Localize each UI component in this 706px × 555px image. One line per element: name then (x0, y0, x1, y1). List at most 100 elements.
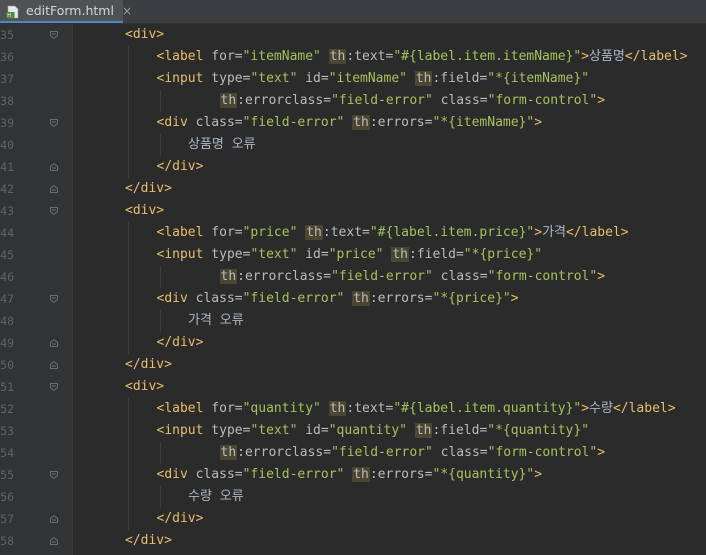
code-line[interactable]: 41 </div> (0, 156, 706, 178)
fold-open-icon[interactable] (50, 295, 58, 303)
indent-guide (159, 486, 161, 508)
code-token-ns: th (414, 71, 433, 86)
code-token-tag: </div> (156, 511, 204, 526)
code-line[interactable]: 47 <div class="field-error" th:errors="*{… (0, 288, 706, 310)
code-token-tag: </div> (125, 533, 172, 548)
code-line[interactable]: 38 th:errorclass="field-error" class="for… (0, 90, 706, 112)
code-token-val: "quantity" (242, 401, 321, 416)
code-token-tag: <div (156, 467, 196, 482)
code-line[interactable]: 39 <div class="field-error" th:errors="*{… (0, 112, 706, 134)
code-line[interactable]: 42 </div> (0, 178, 706, 200)
code-line[interactable]: 51 <div> (0, 376, 706, 398)
code-token-attr: :text= (322, 225, 370, 240)
code-token-tag: > (597, 93, 606, 108)
code-line[interactable]: 48 가격 오류 (0, 310, 706, 332)
fold-open-icon[interactable] (50, 383, 58, 391)
line-number: 50 (0, 358, 14, 372)
code-line[interactable]: 37 <input type="text" id="itemName" th:fi… (0, 68, 706, 90)
line-number: 37 (0, 72, 14, 86)
fold-open-icon[interactable] (50, 207, 58, 215)
fold-close-icon[interactable] (50, 515, 58, 523)
fold-open-icon[interactable] (50, 471, 58, 479)
fold-close-icon[interactable] (50, 185, 58, 193)
code-line[interactable]: 56 수량 오류 (0, 486, 706, 508)
fold-close-icon[interactable] (50, 339, 58, 347)
code-token-attr: :errorclass= (237, 445, 332, 460)
code-token-tag: </div> (156, 335, 204, 350)
code-text: </div> (157, 508, 204, 530)
indent-guide (128, 156, 129, 178)
line-number: 52 (0, 402, 14, 416)
fold-open-icon[interactable] (50, 31, 58, 39)
line-number: 55 (0, 468, 14, 482)
html-file-icon: H (6, 4, 20, 19)
fold-open-icon[interactable] (50, 119, 58, 127)
code-token-attr: for= (211, 401, 243, 416)
fold-close-icon[interactable] (50, 163, 58, 171)
code-text: <div> (125, 24, 164, 46)
code-token-val: "field-error" (242, 467, 345, 482)
code-line[interactable]: 57 </div> (0, 508, 706, 530)
code-line[interactable]: 50 </div> (0, 354, 706, 376)
code-token-val: "*{itemName}" (487, 71, 590, 86)
code-token-val: "*{itemName}" (432, 115, 535, 130)
tab-label: editForm.html (26, 3, 114, 18)
code-token-val: "field-error" (242, 291, 345, 306)
line-number: 53 (0, 424, 14, 438)
code-token-tag: <div> (125, 203, 165, 218)
code-line[interactable]: 54 th:errorclass="field-error" class="for… (0, 442, 706, 464)
code-text: 수량 오류 (188, 486, 244, 508)
fold-close-icon[interactable] (50, 361, 58, 369)
line-number: 46 (0, 270, 14, 284)
indent-guide (128, 46, 129, 68)
code-token-val: "form-control" (487, 445, 598, 460)
code-editor[interactable]: 35 <div> 36 <label for="itemName" th:text="… (0, 24, 706, 555)
code-text: <input type="text" id="price" th:field="… (157, 244, 542, 266)
code-token-tag: </label> (624, 49, 688, 64)
code-token-tag: </div> (125, 181, 172, 196)
code-token-val: "field-error" (242, 115, 345, 130)
code-token-tag: <div (156, 291, 196, 306)
code-line[interactable]: 58 </div> (0, 530, 706, 552)
line-number: 35 (0, 28, 14, 42)
svg-text:H: H (7, 13, 11, 19)
indent-guide (159, 310, 161, 332)
code-line[interactable]: 35 <div> (0, 24, 706, 46)
code-text: 상품명 오류 (188, 134, 256, 156)
code-line[interactable]: 55 <div class="field-error" th:errors="*{… (0, 464, 706, 486)
code-line[interactable]: 40 상품명 오류 (0, 134, 706, 156)
line-number: 38 (0, 94, 14, 108)
code-lines: 35 <div> 36 <label for="itemName" th:text="… (0, 24, 706, 552)
code-token-val: "price" (242, 225, 298, 240)
code-line[interactable]: 46 th:errorclass="field-error" class="for… (0, 266, 706, 288)
tab-editform-html[interactable]: H editForm.html × (0, 0, 132, 23)
code-token-val: "text" (250, 247, 298, 262)
code-line[interactable]: 43 <div> (0, 200, 706, 222)
code-line[interactable]: 45 <input type="text" id="price" th:field… (0, 244, 706, 266)
code-token-val: "*{price}" (432, 291, 511, 306)
code-token-tag: <input (156, 423, 212, 438)
close-tab-icon[interactable]: × (122, 4, 132, 18)
code-token-val: "*{quantity}" (487, 423, 590, 438)
fold-close-icon[interactable] (50, 537, 58, 545)
line-number: 47 (0, 292, 14, 306)
code-line[interactable]: 49 </div> (0, 332, 706, 354)
code-token-tag: > (510, 291, 519, 306)
code-line[interactable]: 52 <label for="quantity" th:text="#{label… (0, 398, 706, 420)
code-token-val: "#{label.item.quantity}" (393, 401, 582, 416)
code-line[interactable]: 53 <input type="text" id="quantity" th:fi… (0, 420, 706, 442)
code-token-tag: > (581, 401, 590, 416)
code-text: 가격 오류 (188, 310, 244, 332)
line-number: 48 (0, 314, 14, 328)
code-line[interactable]: 36 <label for="itemName" th:text="#{label… (0, 46, 706, 68)
code-token-attr: for= (211, 49, 243, 64)
code-token-val: "text" (250, 423, 298, 438)
code-token-val: "form-control" (487, 269, 598, 284)
code-token-attr: class= (195, 467, 243, 482)
code-token-attr: class= (195, 291, 243, 306)
code-line[interactable]: 44 <label for="price" th:text="#{label.it… (0, 222, 706, 244)
code-token-attr: class= (440, 445, 488, 460)
code-token-tag: <label (156, 225, 212, 240)
code-text: <div> (125, 376, 164, 398)
